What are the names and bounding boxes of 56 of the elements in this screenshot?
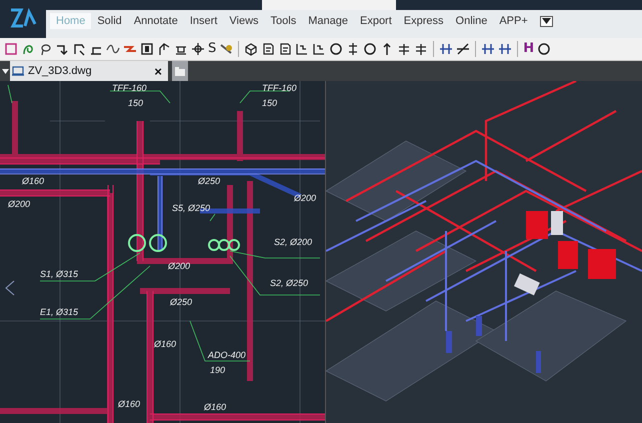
dimension-label: 150 [262, 98, 278, 108]
circle-icon[interactable] [329, 42, 344, 56]
ribbon-tab[interactable]: Express [398, 13, 450, 29]
cross-icon[interactable] [397, 42, 412, 56]
dimension-label: Ø200 [168, 261, 190, 271]
ribbon-tab[interactable]: Online [450, 13, 494, 29]
stair-icon[interactable] [295, 42, 310, 56]
cross-icon[interactable] [414, 42, 428, 56]
dimension-label: Ø160 [204, 402, 226, 412]
ribbon-tab[interactable]: APP+ [493, 13, 534, 29]
page-icon[interactable] [261, 42, 276, 56]
dimension-label: 190 [210, 365, 226, 375]
dimension-label: Ø250 [198, 176, 220, 186]
dimension-label: Ø160 [154, 339, 176, 349]
document-tab[interactable]: ZV_3D3.dwg × [10, 61, 168, 81]
circle-icon[interactable] [537, 42, 552, 56]
circle-icon[interactable] [363, 42, 378, 56]
wave-icon[interactable] [106, 42, 120, 56]
close-button[interactable]: × [154, 64, 162, 78]
dimension-label: Ø200 [294, 193, 316, 203]
ribbon-tab[interactable]: Manage [302, 13, 354, 29]
dimension-label: TFF-160 [262, 83, 297, 93]
dimension-label: Ø160 [22, 176, 44, 186]
fork-icon[interactable] [157, 42, 171, 56]
ribbon-tab[interactable]: Views [223, 13, 265, 29]
dimension-label: S2, Ø250 [270, 278, 308, 288]
file-name: ZV_3D3.dwg [28, 65, 93, 77]
curve-icon[interactable] [21, 42, 35, 56]
dimension-label: Ø200 [8, 199, 30, 209]
square-icon[interactable] [4, 42, 18, 56]
dimension-label: TFF-160 [112, 83, 147, 93]
dimension-label: 150 [128, 98, 144, 108]
cube-icon[interactable] [244, 42, 258, 56]
stair-icon[interactable] [312, 42, 326, 56]
toolbar-glyph[interactable]: H [523, 42, 534, 56]
dimension-label: S1, Ø315 [40, 269, 78, 279]
dimension-label: E1, Ø315 [40, 307, 78, 317]
slash-icon[interactable] [456, 42, 470, 56]
ribbon-tab[interactable]: Insert [184, 13, 224, 29]
ribbon-tab[interactable]: Tools [264, 13, 302, 29]
ribbon-tab[interactable]: Annotate [128, 13, 184, 29]
dimension-label: S5, Ø250 [172, 203, 210, 213]
dropdown-button[interactable] [540, 16, 553, 26]
page-icon[interactable] [278, 42, 292, 56]
title-field[interactable] [262, 0, 396, 10]
dimension-label: Ø250 [170, 297, 192, 307]
dimension-label: Ø160 [118, 399, 140, 409]
dimension-label: ADO-400 [208, 350, 246, 360]
dimension-label: S2, Ø200 [274, 237, 312, 247]
toolbar-glyph[interactable]: S [208, 42, 216, 56]
caret-icon[interactable] [2, 68, 8, 74]
crosshair-icon[interactable] [191, 42, 205, 56]
panel-icon[interactable] [140, 42, 154, 56]
ribbon-tab[interactable]: Export [354, 13, 398, 29]
file-icon [12, 65, 24, 77]
ribbon-tab[interactable]: Solid [91, 13, 128, 29]
